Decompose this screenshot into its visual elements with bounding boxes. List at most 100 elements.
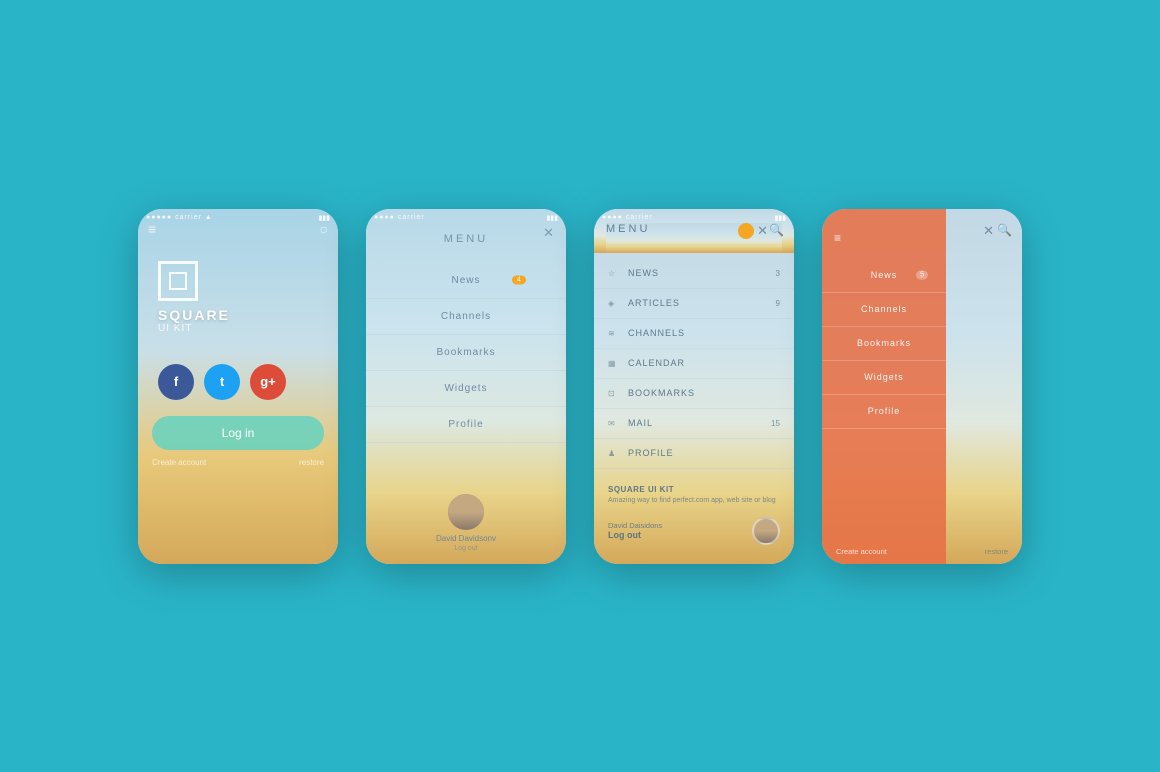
- login-button[interactable]: Log in: [152, 416, 324, 450]
- battery-3: ▮▮▮: [774, 214, 786, 222]
- phone-1: ●●●●● carrier ▲ ▮▮▮ ≡ ○ SQUARE UI KIT f …: [138, 209, 338, 564]
- s4-widgets-label: Widgets: [864, 372, 904, 382]
- menu-title-2: MENU: [444, 233, 488, 245]
- menu-item-bookmarks[interactable]: Bookmarks: [366, 335, 566, 371]
- screen4-header: ≡ ✕ 🔍: [822, 209, 1022, 253]
- menu-items-3: ☆ NEWS 3 ◈ ARTICLES 9 ≋ CHANNELS ▦ CALEN…: [594, 253, 794, 475]
- menu-item-profile[interactable]: Profile: [366, 407, 566, 443]
- mail-label-3: MAIL: [628, 418, 653, 428]
- s4-bookmarks-label: Bookmarks: [857, 338, 911, 348]
- ui-kit-label: UI KIT: [158, 323, 192, 334]
- screen2: ●●●● carrier ▮▮▮ MENU ✕ News 4 Channels …: [366, 209, 566, 564]
- create-account-link[interactable]: Create account: [152, 458, 206, 467]
- promo-text-3: Amazing way to find perfect.com app, web…: [608, 496, 780, 505]
- menu-item3-bookmarks[interactable]: ⊡ BOOKMARKS: [594, 379, 794, 409]
- channels-label-3: CHANNELS: [628, 328, 685, 338]
- restore-link[interactable]: restore: [299, 458, 324, 467]
- s4-item-profile[interactable]: Profile: [822, 395, 946, 429]
- calendar-label-3: CALENDAR: [628, 358, 685, 368]
- screen4-menu: News 5 Channels Bookmarks Widgets Profil…: [822, 253, 946, 435]
- user-avatar-2: [448, 494, 484, 530]
- menu-item-news-label: News: [451, 275, 480, 286]
- battery-indicator: ▮▮▮: [318, 214, 330, 222]
- menu-item-channels[interactable]: Channels: [366, 299, 566, 335]
- news-label-3: NEWS: [628, 268, 659, 278]
- news-badge: 4: [512, 276, 526, 285]
- promo-3: SQUARE UI KIT Amazing way to find perfec…: [594, 475, 794, 511]
- google-button[interactable]: g+: [250, 364, 286, 400]
- logo-square: [158, 261, 198, 301]
- s4-news-badge: 5: [916, 271, 928, 280]
- screen4: ≡ ✕ 🔍 News 5 Channels Bookmarks Widgets …: [822, 209, 1022, 564]
- brand-name: SQUARE: [158, 307, 230, 323]
- logout-link-2[interactable]: Log out: [454, 545, 477, 552]
- logo-inner: [169, 272, 187, 290]
- menu-item-bookmarks-label: Bookmarks: [436, 347, 495, 358]
- bookmarks-label-3: BOOKMARKS: [628, 388, 695, 398]
- menu-item3-mail[interactable]: ✉ MAIL 15: [594, 409, 794, 439]
- menu-item-profile-label: Profile: [448, 419, 483, 430]
- calendar-icon-3: ▦: [608, 359, 620, 368]
- s4-item-bookmarks[interactable]: Bookmarks: [822, 327, 946, 361]
- bookmarks-icon-3: ⊡: [608, 389, 620, 398]
- signal-3: ●●●● carrier: [602, 214, 653, 221]
- menu-item3-articles[interactable]: ◈ ARTICLES 9: [594, 289, 794, 319]
- close-button-2[interactable]: ✕: [543, 225, 554, 241]
- status-bar-1: ●●●●● carrier ▲ ▮▮▮: [138, 209, 338, 227]
- status-bar-3: ●●●● carrier ▮▮▮: [594, 209, 794, 227]
- user-name-3: David Daisidons: [608, 521, 662, 530]
- screen1: ●●●●● carrier ▲ ▮▮▮ ≡ ○ SQUARE UI KIT f …: [138, 209, 338, 564]
- menu-item-widgets[interactable]: Widgets: [366, 371, 566, 407]
- user-avatar-3: [752, 517, 780, 545]
- screen3: ●●●● carrier ▮▮▮ MENU ✕ 🔍 ☆ NEWS 3 ◈ ART…: [594, 209, 794, 564]
- menu-title-3: MENU: [606, 223, 782, 253]
- menu-item3-news[interactable]: ☆ NEWS 3: [594, 259, 794, 289]
- profile-icon-3: ♟: [608, 449, 620, 458]
- restore-4[interactable]: restore: [985, 547, 1008, 556]
- logo-area: SQUARE UI KIT: [138, 241, 338, 334]
- screen4-bottom: Create account restore: [822, 547, 1022, 556]
- twitter-button[interactable]: t: [204, 364, 240, 400]
- menu-item-news[interactable]: News 4: [366, 263, 566, 299]
- phone-4: ≡ ✕ 🔍 News 5 Channels Bookmarks Widgets …: [822, 209, 1022, 564]
- menu-item3-channels[interactable]: ≋ CHANNELS: [594, 319, 794, 349]
- mail-badge-3: 15: [771, 419, 780, 428]
- s4-news-label: News: [871, 270, 898, 280]
- signal-2: ●●●● carrier: [374, 214, 425, 221]
- hamburger-icon-4[interactable]: ≡: [834, 231, 841, 245]
- menu-item3-calendar[interactable]: ▦ CALENDAR: [594, 349, 794, 379]
- create-account-4[interactable]: Create account: [836, 547, 887, 556]
- screen1-bottom: Create account restore: [138, 450, 338, 467]
- avatar-face-2: [448, 494, 484, 530]
- battery-2: ▮▮▮: [546, 214, 558, 222]
- s4-channels-label: Channels: [861, 304, 907, 314]
- s4-item-widgets[interactable]: Widgets: [822, 361, 946, 395]
- articles-icon-3: ◈: [608, 299, 620, 308]
- articles-badge-3: 9: [776, 299, 780, 308]
- logout-button-3[interactable]: Log out: [608, 530, 662, 540]
- status-bar-2: ●●●● carrier ▮▮▮: [366, 209, 566, 227]
- menu-item3-profile[interactable]: ♟ PROFILE: [594, 439, 794, 469]
- s4-item-channels[interactable]: Channels: [822, 293, 946, 327]
- close-button-4[interactable]: ✕: [983, 223, 994, 239]
- news-icon-3: ☆: [608, 269, 620, 278]
- menu-item-widgets-label: Widgets: [444, 383, 487, 394]
- signal-indicator: ●●●●● carrier ▲: [146, 214, 213, 221]
- channels-icon-3: ≋: [608, 329, 620, 338]
- s4-profile-label: Profile: [868, 406, 901, 416]
- menu-item-channels-label: Channels: [441, 311, 491, 322]
- phone-3: ●●●● carrier ▮▮▮ MENU ✕ 🔍 ☆ NEWS 3 ◈ ART…: [594, 209, 794, 564]
- articles-label-3: ARTICLES: [628, 298, 680, 308]
- search-button-4[interactable]: 🔍: [997, 223, 1012, 237]
- s4-item-news[interactable]: News 5: [822, 259, 946, 293]
- social-buttons: f t g+: [138, 334, 338, 400]
- promo-title-3: SQUARE UI KIT: [608, 485, 780, 494]
- screen2-footer: David Davidsonv Log out: [366, 484, 566, 564]
- mail-icon-3: ✉: [608, 419, 620, 428]
- menu-items-2: News 4 Channels Bookmarks Widgets Profil…: [366, 253, 566, 484]
- phone-2: ●●●● carrier ▮▮▮ MENU ✕ News 4 Channels …: [366, 209, 566, 564]
- screen3-footer: David Daisidons Log out: [594, 511, 794, 553]
- facebook-button[interactable]: f: [158, 364, 194, 400]
- user-info-3: David Daisidons Log out: [608, 521, 662, 540]
- user-name-2: David Davidsonv: [436, 534, 496, 543]
